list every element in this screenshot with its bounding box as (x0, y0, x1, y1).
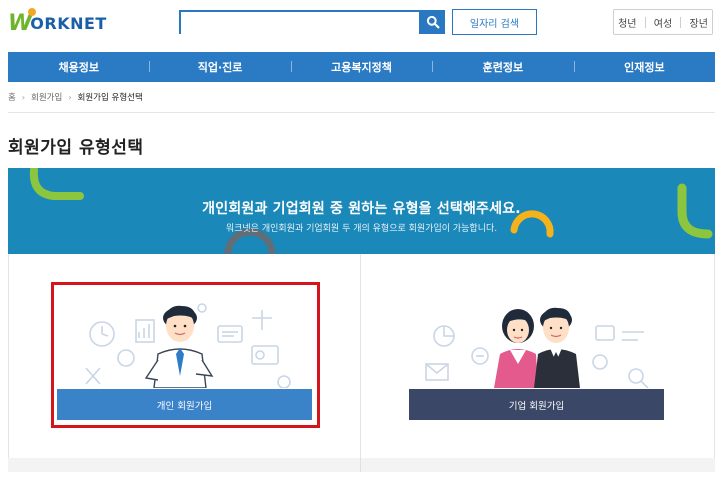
site-header: W ORKNET 일자리 검색 청년 여성 장년 (0, 0, 723, 50)
breadcrumb-divider (8, 112, 715, 113)
search-icon (426, 15, 440, 29)
page-title: 회원가입 유형선택 (8, 138, 144, 158)
logo-text: ORKNET (30, 13, 107, 33)
nav-item-welfare-policy[interactable]: 고용복지정책 (290, 59, 432, 75)
quick-link-women[interactable]: 여성 (654, 15, 672, 30)
banner-ring-decoration (224, 228, 276, 254)
quick-link-divider (644, 16, 646, 28)
corporate-signup-button[interactable]: 기업 회원가입 (409, 389, 664, 420)
search-field[interactable] (179, 10, 421, 34)
corporate-signup-label: 기업 회원가입 (508, 400, 565, 412)
main-navigation: 채용정보 직업·진로 고용복지정책 훈련정보 인재정보 (8, 52, 715, 82)
quick-link-divider (680, 16, 682, 28)
personal-signup-label: 개인 회원가입 (156, 400, 213, 412)
worknet-logo[interactable]: W ORKNET (8, 8, 107, 36)
search-input[interactable] (181, 13, 419, 34)
quick-link-youth[interactable]: 청년 (618, 15, 636, 30)
breadcrumb-home[interactable]: 홈 (8, 91, 16, 103)
info-banner: 개인회원과 기업회원 중 원하는 유형을 선택해주세요. 워크넷은 개인회원과 … (8, 168, 715, 254)
audience-quick-links: 청년 여성 장년 (613, 9, 713, 35)
personal-signup-button[interactable]: 개인 회원가입 (57, 389, 312, 420)
logo-dot (28, 8, 36, 16)
quick-link-senior[interactable]: 장년 (690, 15, 708, 30)
breadcrumb: 홈 › 회원가입 › 회원가입 유형선택 (8, 90, 143, 104)
chevron-right-icon: › (68, 92, 72, 102)
breadcrumb-item-current: 회원가입 유형선택 (77, 93, 143, 103)
job-search-button[interactable]: 일자리 검색 (452, 9, 537, 35)
panel-footer-strip (8, 458, 715, 472)
breadcrumb-item-signup[interactable]: 회원가입 (31, 91, 62, 103)
nav-item-career[interactable]: 직업·진로 (149, 59, 290, 75)
chevron-right-icon: › (21, 92, 26, 102)
panel-column-divider (360, 254, 361, 460)
corporate-member-illustration (425, 307, 649, 388)
job-search-label: 일자리 검색 (469, 18, 520, 30)
nav-item-job-info[interactable]: 채용정보 (8, 59, 149, 75)
nav-item-training[interactable]: 훈련정보 (432, 59, 573, 75)
banner-title: 개인회원과 기업회원 중 원하는 유형을 선택해주세요. (202, 201, 521, 217)
search-button[interactable] (421, 10, 445, 34)
nav-item-talent[interactable]: 인재정보 (573, 59, 715, 75)
banner-subtitle: 워크넷은 개인회원과 기업회원 두 개의 유형으로 회원가입이 가능합니다. (225, 224, 498, 234)
